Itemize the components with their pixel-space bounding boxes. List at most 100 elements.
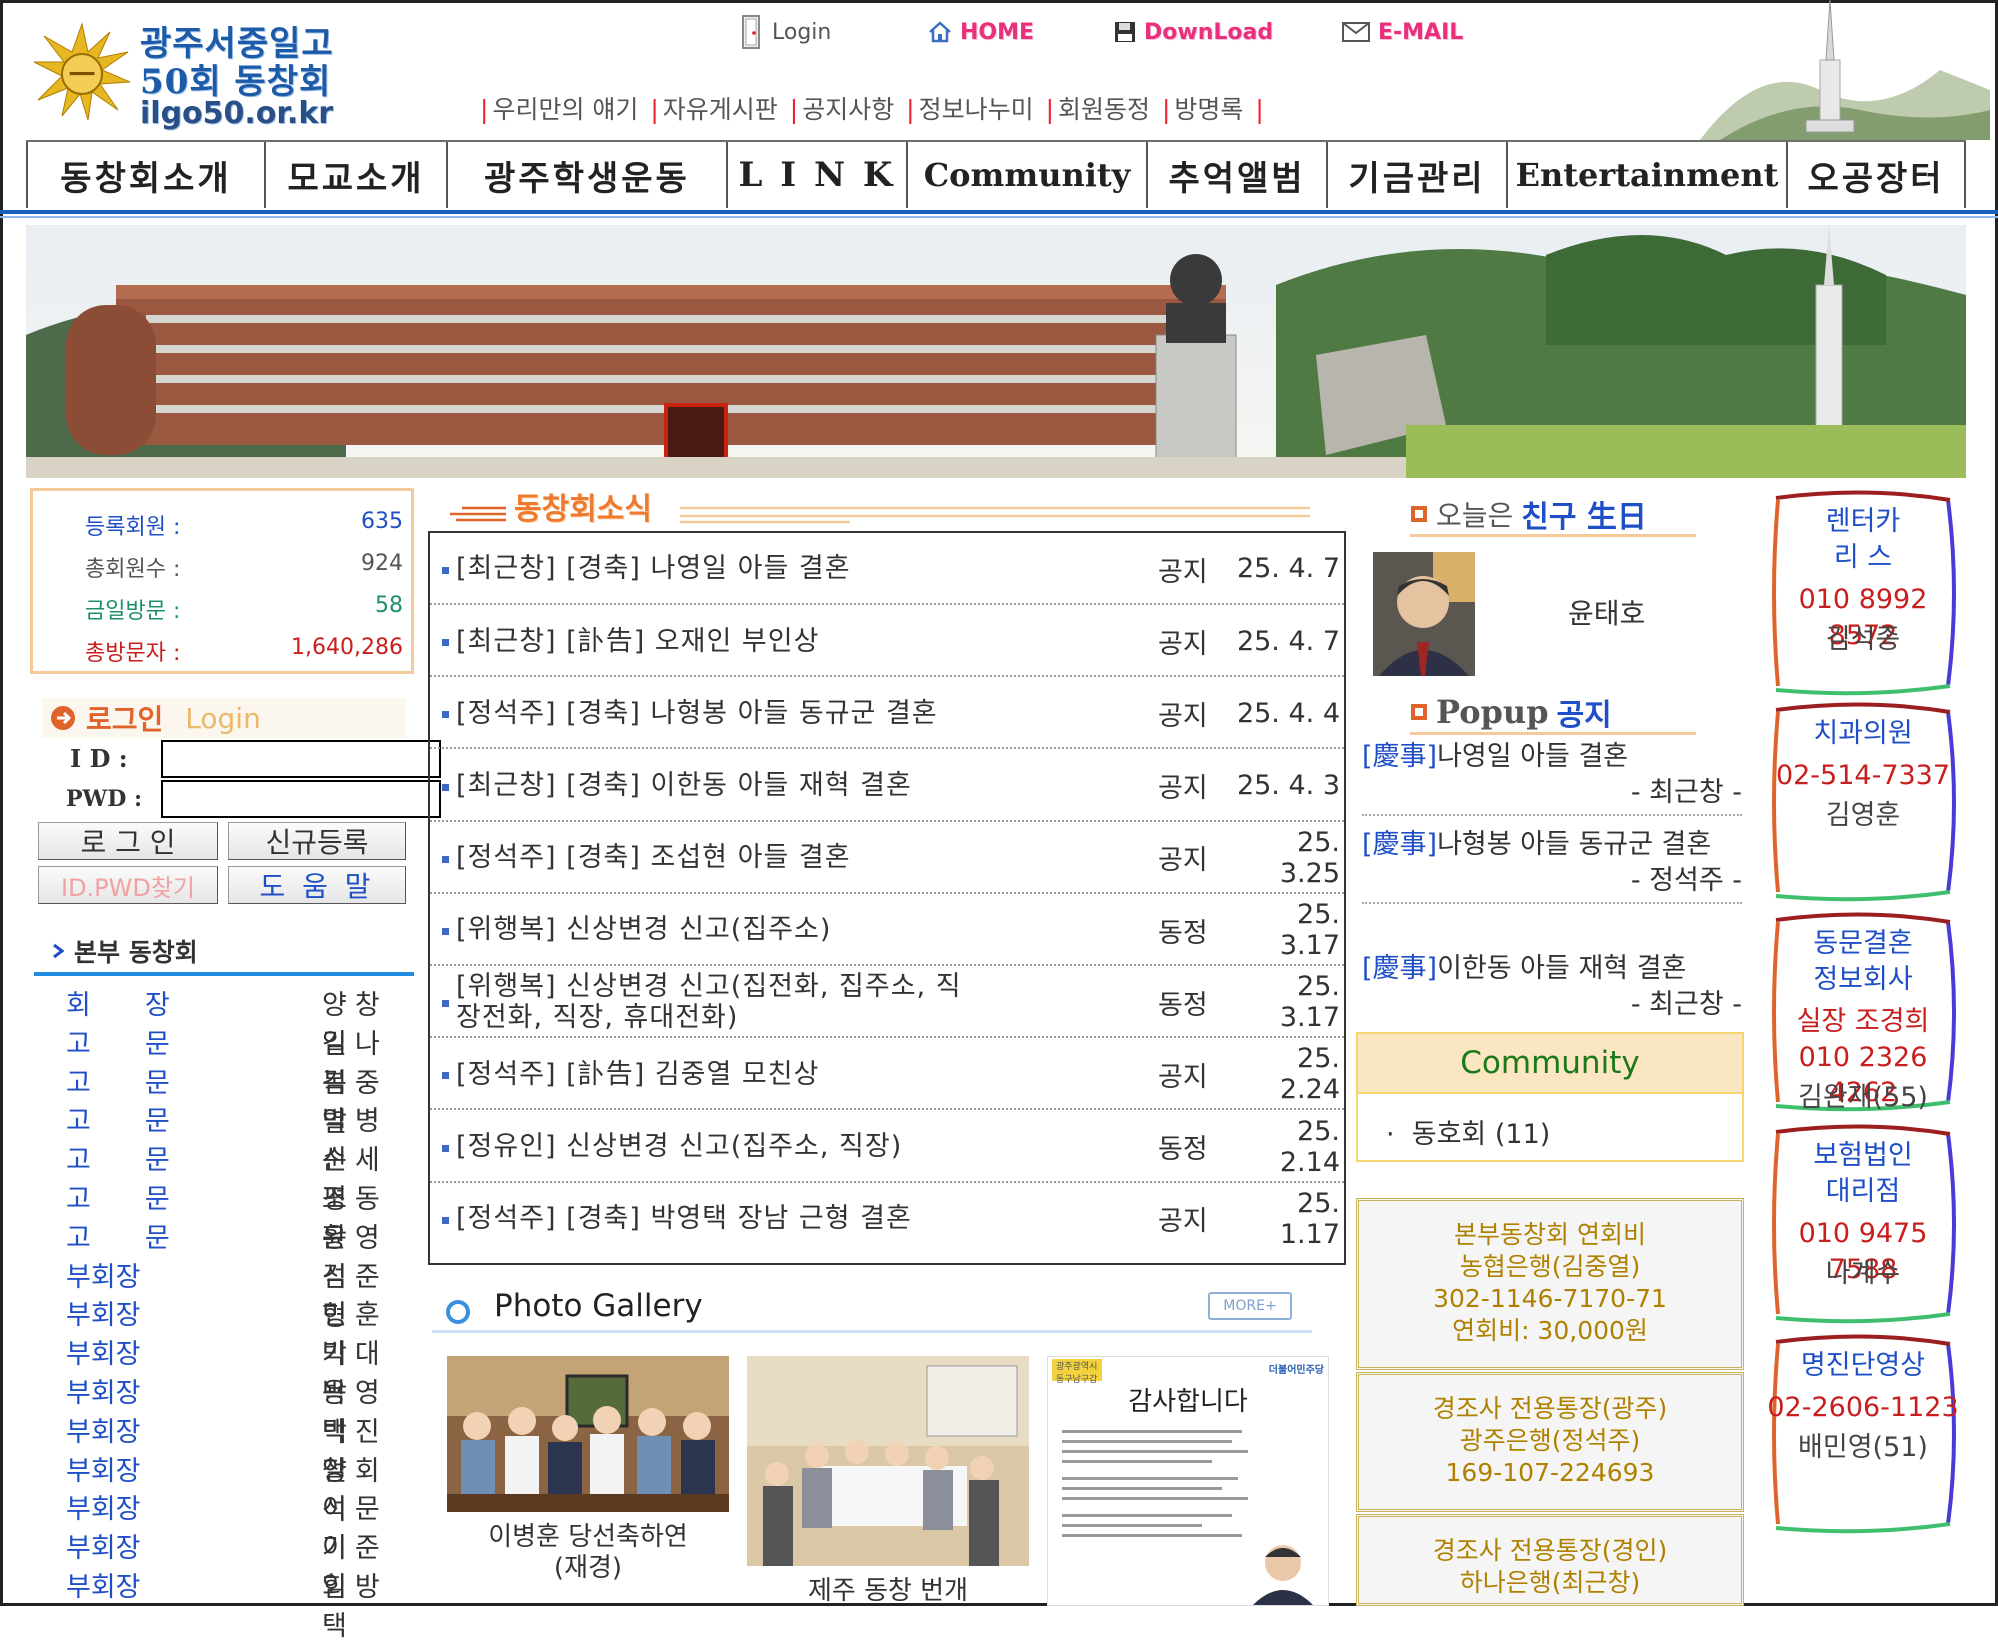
news-row[interactable]: [위행복] 신상변경 신고(집전화, 집주소, 직장전화, 직장, 휴대전화) 동… — [430, 966, 1344, 1039]
hq-officer-row: 부회장 박영택 — [66, 1371, 406, 1448]
officer-role: 부회장 — [66, 1416, 141, 1448]
menu-link[interactable]: L I N K — [726, 142, 906, 208]
subnav-info-sharing[interactable]: 정보나누미 — [919, 95, 1034, 124]
news-row[interactable]: [최근창] [경축] 나영일 아들 결혼 공지 25. 4. 7 — [430, 533, 1344, 605]
top-email-link[interactable]: E-MAIL — [1342, 12, 1463, 52]
news-date: 25. 1.17 — [1279, 1187, 1340, 1250]
officer-role: 부회장 — [66, 1572, 141, 1603]
news-title-text[interactable]: [위행복] 신상변경 신고(집주소) — [456, 894, 976, 966]
news-date: 25. 4. 7 — [1236, 553, 1340, 585]
news-title-text[interactable]: [최근창] [訃告] 오재인 부인상 — [456, 605, 976, 677]
gallery-item[interactable]: 제주 동창 번개 — [747, 1356, 1029, 1607]
ad-banner[interactable]: 치과의원 02-514-7337 김영훈 — [1764, 702, 1962, 902]
ad-banner[interactable]: 보험법인 대리점 010 9475 7588 나계수 — [1764, 1124, 1962, 1324]
news-row[interactable]: [최근창] [경축] 이한동 아들 재혁 결혼 공지 25. 4. 3 — [430, 750, 1344, 822]
news-row[interactable]: [정석주] [訃告] 김중열 모친상 공지 25. 2.24 — [430, 1038, 1344, 1111]
square-bullet-icon — [442, 639, 449, 647]
news-title-text[interactable]: [정석주] [경축] 박영택 장남 근형 결혼 — [456, 1183, 976, 1255]
square-bullet-icon — [442, 1144, 449, 1152]
news-title-text[interactable]: [최근창] [경축] 나영일 아들 결혼 — [456, 533, 976, 605]
news-title-text[interactable]: [최근창] [경축] 이한동 아들 재혁 결혼 — [456, 750, 976, 822]
gallery-item[interactable]: 이병훈 당선축하연 (재경) — [447, 1356, 729, 1584]
officer-name[interactable]: 임방택 — [322, 1565, 406, 1643]
subnav-notices[interactable]: 공지사항 — [802, 95, 894, 124]
news-title-text[interactable]: [위행복] 신상변경 신고(집전화, 집주소, 직장전화, 직장, 휴대전화) — [456, 966, 976, 1038]
school-emblem-icon: 一 — [33, 22, 131, 121]
officer-role: 부회장 — [66, 1339, 141, 1371]
login-button[interactable]: 로 그 인 — [38, 822, 218, 860]
gallery-caption: 제주 동창 번개 — [807, 1576, 969, 1606]
news-category: 동정 — [1158, 989, 1208, 1021]
hq-officer-row: 부회장 임방택 — [66, 1565, 406, 1642]
top-home-link[interactable]: HOME — [928, 12, 1034, 52]
news-category: 공지 — [1158, 628, 1208, 660]
popup-item[interactable]: [慶事]나형봉 아들 동규군 결혼 - 정석주 - — [1362, 828, 1742, 904]
subnav-free-board[interactable]: 자유게시판 — [663, 95, 778, 124]
hq-officer-row: 고 문 김중열 — [66, 1061, 406, 1138]
ad-phone: 02-2606-1123 — [1767, 1392, 1959, 1423]
popup-item[interactable]: [慶事]이한동 아들 재혁 결혼 - 최근창 - — [1362, 952, 1742, 1022]
floppy-disk-icon — [1115, 22, 1135, 42]
community-item[interactable]: · 동호회 (11) — [1386, 1112, 1550, 1151]
square-bullet-icon — [442, 928, 449, 935]
officer-role: 고 문 — [66, 1222, 170, 1254]
subnav-member-news[interactable]: 회원동정 — [1058, 95, 1150, 124]
officer-role: 부회장 — [66, 1300, 141, 1332]
logo-domain: ilgo50.or.kr — [140, 96, 334, 131]
ad-banner[interactable]: 렌터카 리 스 010 8992 8572 김석종 — [1764, 490, 1962, 696]
menu-market[interactable]: 오공장터 — [1786, 142, 1966, 208]
hq-officer-row: 고 문 조동윤 — [66, 1177, 406, 1254]
subnav-guestbook[interactable]: 방명록 — [1174, 95, 1243, 124]
visitor-stats: 등록회원 :635 총회원수 :924 금일방문 :58 총방문자 :1,640… — [30, 488, 414, 674]
news-title-text[interactable]: [정석주] [경축] 나형봉 아들 동규군 결혼 — [456, 677, 976, 749]
gallery-title: Photo Gallery — [494, 1288, 703, 1324]
officer-role: 부회장 — [66, 1494, 141, 1526]
find-id-password-button[interactable]: ID.PWD찾기 — [38, 866, 218, 904]
menu-album[interactable]: 추억앨범 — [1146, 142, 1326, 208]
birthday-friend-name[interactable]: 윤태호 — [1568, 592, 1645, 632]
site-logo[interactable]: 一 광주서중일고 50회 동창회 ilgo50.or.kr — [32, 14, 362, 131]
gallery-item[interactable]: 광주광역시 동구남구갑 더불어민주당 감사합니다 — [1047, 1356, 1329, 1606]
menu-school-intro[interactable]: 모교소개 — [264, 142, 446, 208]
ad-banner[interactable]: 동문결혼 정보회사 실장 조경희 010 2326 4262 김완재(55) — [1764, 912, 1962, 1113]
community-title: Community — [1358, 1034, 1742, 1094]
square-arrow-icon — [1411, 704, 1427, 720]
popup-item[interactable]: [慶事]나영일 아들 결혼 - 최근창 - — [1362, 740, 1742, 816]
sub-nav: | 우리만의 얘기 | 자유게시판 | 공지사항 | 정보나누미 | 회원동정 | 방명록 … — [480, 95, 1264, 124]
ad-contact-person: 김완재(55) — [1798, 1082, 1928, 1113]
top-download-link[interactable]: DownLoad — [1114, 12, 1273, 52]
top-login-link[interactable]: Login — [740, 12, 831, 52]
news-title-text[interactable]: [정석주] [訃告] 김중열 모친상 — [456, 1038, 976, 1110]
hq-alumni-panel: 본부 동창회 — [34, 930, 414, 976]
school-banner-image — [26, 225, 1966, 478]
news-row[interactable]: [정석주] [경축] 나형봉 아들 동규군 결혼 공지 25. 4. 4 — [430, 677, 1344, 750]
news-row[interactable]: [정석주] [경축] 박영택 장남 근형 결혼 공지 25. 1.17 — [430, 1183, 1344, 1255]
ad-banner[interactable]: 명진단영상 02-2606-1123 배민영(51) — [1764, 1334, 1962, 1534]
hq-officer-row: 부회장 민훈기 — [66, 1293, 406, 1370]
account-box-gyeongin: 경조사 전용통장(경인)하나은행(최근창) 113-910001-25507 — [1356, 1514, 1744, 1606]
news-row[interactable]: [정석주] [경축] 조섭현 아들 결혼 공지 25. 3.25 — [430, 822, 1344, 894]
subnav-our-story[interactable]: 우리만의 얘기 — [492, 95, 638, 124]
id-input[interactable] — [161, 740, 441, 778]
menu-entertainment[interactable]: Entertainment — [1506, 142, 1786, 208]
envelope-icon — [1342, 22, 1370, 42]
news-date: 25. 4. 3 — [1236, 770, 1340, 802]
help-button[interactable]: 도 움 말 — [228, 866, 406, 904]
news-row[interactable]: [최근창] [訃告] 오재인 부인상 공지 25. 4. 7 — [430, 605, 1344, 678]
register-button[interactable]: 신규등록 — [228, 822, 406, 860]
gallery-more-button[interactable]: MORE+ — [1208, 1292, 1292, 1320]
news-row[interactable]: [정유인] 신상변경 신고(집주소, 직장) 동정 25. 2.14 — [430, 1111, 1344, 1183]
menu-community[interactable]: Community — [906, 142, 1146, 208]
news-title-text[interactable]: [정석주] [경축] 조섭현 아들 결혼 — [456, 822, 976, 894]
password-input[interactable] — [161, 780, 441, 818]
news-title-text[interactable]: [정유인] 신상변경 신고(집주소, 직장) — [456, 1111, 976, 1183]
menu-student-movement[interactable]: 광주학생운동 — [446, 142, 726, 208]
pwd-label: PWD : — [66, 786, 143, 812]
menu-fund[interactable]: 기금관리 — [1326, 142, 1506, 208]
menu-alumni-intro[interactable]: 동창회소개 — [26, 142, 264, 208]
account-box-annual-fee: 본부동창회 연회비 농협은행(김중열) 302-1146-7170-71 연회비: … — [1356, 1198, 1744, 1370]
square-bullet-icon — [442, 1072, 449, 1080]
news-row[interactable]: [위행복] 신상변경 신고(집주소) 동정 25. 3.17 — [430, 894, 1344, 966]
hq-officer-row: 고 문 김나복 — [66, 1022, 406, 1099]
news-category: 공지 — [1158, 773, 1208, 805]
